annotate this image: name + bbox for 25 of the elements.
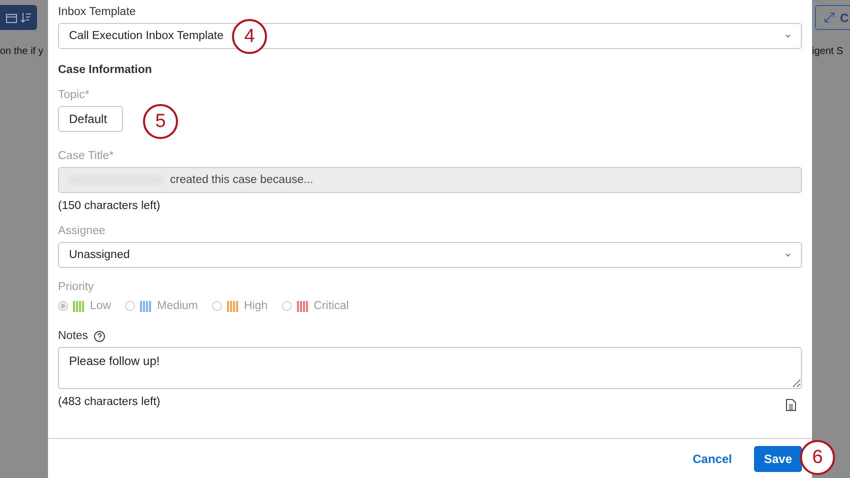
background-text: on the if y	[0, 46, 44, 57]
step-number-callout: 6	[800, 440, 835, 475]
notes-field[interactable]: Please follow up!	[58, 347, 802, 389]
field-label: Inbox Template	[58, 6, 136, 18]
background-text: igent S	[812, 46, 844, 57]
field-label: Topic*	[58, 89, 90, 101]
character-counter: (150 characters left)	[58, 200, 162, 212]
caret-icon	[785, 34, 791, 38]
field-label: Case Title*	[58, 150, 114, 162]
save-button[interactable]: Save	[754, 446, 802, 472]
document-icon[interactable]	[786, 399, 796, 411]
help-icon[interactable]	[94, 330, 106, 342]
calendar-sort-button[interactable]	[0, 5, 37, 30]
expand-button[interactable]: C	[815, 5, 850, 30]
field-label: Assignee	[58, 225, 106, 237]
field-label: Notes	[58, 330, 88, 342]
sort-icon	[21, 12, 31, 22]
expand-icon	[824, 12, 835, 23]
field-label: Priority	[58, 281, 94, 293]
calendar-icon	[6, 12, 17, 22]
character-counter: (483 characters left)	[58, 396, 160, 408]
section-title: Case Information	[58, 64, 152, 76]
cancel-button[interactable]: Cancel	[682, 446, 742, 472]
caret-icon	[785, 253, 791, 257]
assignee-select[interactable]: Unassigned	[58, 242, 802, 268]
